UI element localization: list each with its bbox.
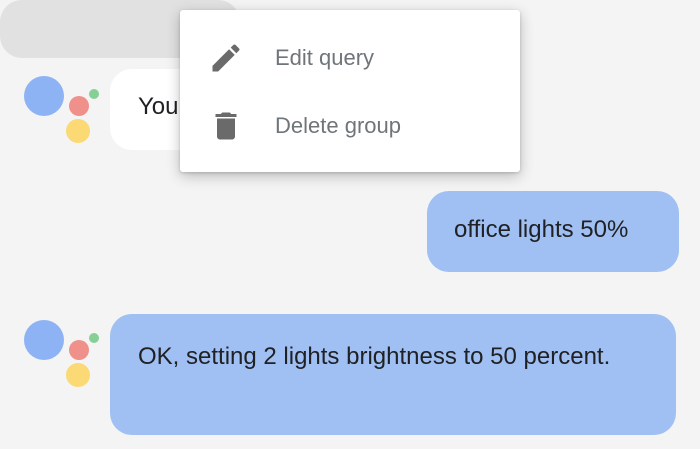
assistant-logo-icon: [22, 74, 102, 154]
logo-red-dot: [69, 96, 89, 116]
assistant-logo-icon: [22, 318, 102, 398]
logo-blue-dot: [24, 320, 64, 360]
trash-icon: [208, 108, 244, 144]
logo-yellow-dot: [66, 119, 90, 143]
assistant-message-text: You: [138, 93, 179, 120]
assistant-message-bubble[interactable]: OK, setting 2 lights brightness to 50 pe…: [110, 314, 676, 435]
logo-green-dot: [89, 89, 99, 99]
menu-item-label: Delete group: [275, 113, 401, 138]
logo-green-dot: [89, 333, 99, 343]
logo-yellow-dot: [66, 363, 90, 387]
context-menu: Edit query Delete group: [180, 10, 520, 172]
assistant-message-text: OK, setting 2 lights brightness to 50 pe…: [138, 343, 611, 370]
user-message-bubble[interactable]: office lights 50%: [427, 191, 679, 272]
menu-item-label: Edit query: [275, 45, 375, 70]
logo-red-dot: [69, 340, 89, 360]
user-message-text: office lights 50%: [454, 216, 629, 243]
logo-blue-dot: [24, 76, 64, 116]
edit-query-menu-item[interactable]: Edit query: [180, 24, 520, 92]
pencil-icon: [208, 40, 244, 76]
delete-group-menu-item[interactable]: Delete group: [180, 92, 520, 160]
